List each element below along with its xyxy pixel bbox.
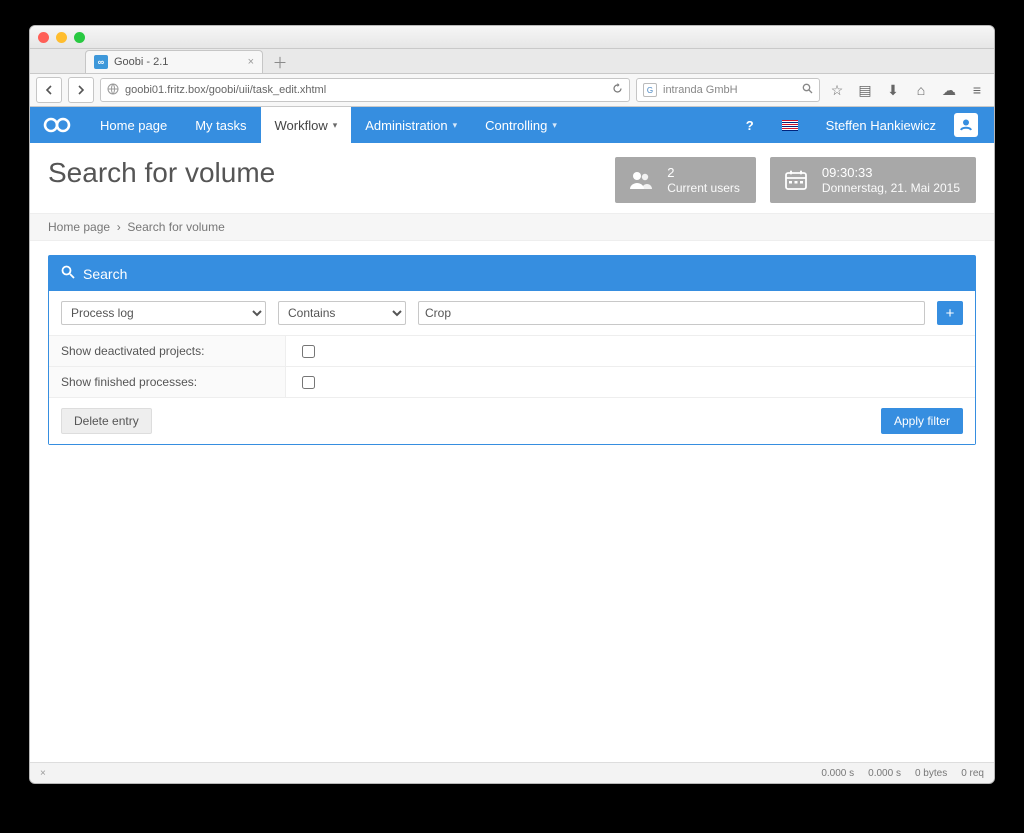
browser-tab[interactable]: ∞ Goobi - 2.1 × — [85, 50, 263, 73]
users-label: Current users — [667, 181, 740, 195]
status-bytes: 0 bytes — [915, 768, 947, 779]
page-title: Search for volume — [48, 157, 601, 189]
nav-tasks-label: My tasks — [195, 118, 246, 133]
app-logo[interactable] — [42, 107, 72, 143]
search-icon — [802, 83, 813, 97]
nav-home[interactable]: Home page — [86, 107, 181, 143]
users-widget[interactable]: 2 Current users — [615, 157, 756, 203]
breadcrumb-current: Search for volume — [127, 220, 224, 234]
address-bar-url: goobi01.fritz.box/goobi/uii/task_edit.xh… — [125, 84, 326, 96]
user-name-label: Steffen Hankiewicz — [826, 118, 936, 133]
favicon-icon: ∞ — [94, 55, 108, 69]
breadcrumb-home[interactable]: Home page — [48, 220, 110, 234]
back-button[interactable] — [36, 77, 62, 103]
app-viewport: Home page My tasks Workflow ▾ Administrat… — [30, 107, 994, 762]
clock-widget[interactable]: 09:30:33 Donnerstag, 21. Mai 2015 — [770, 157, 976, 203]
user-avatar[interactable] — [950, 107, 982, 143]
search-panel-title: Search — [83, 266, 127, 282]
users-count: 2 — [667, 165, 740, 181]
menu-icon[interactable]: ≡ — [966, 79, 988, 101]
status-req: 0 req — [961, 768, 984, 779]
nav-home-label: Home page — [100, 118, 167, 133]
flag-icon — [782, 120, 798, 131]
language-button[interactable] — [768, 107, 812, 143]
add-filter-button[interactable]: + — [937, 301, 963, 325]
status-time-1: 0.000 s — [821, 768, 854, 779]
top-nav: Home page My tasks Workflow ▾ Administrat… — [30, 107, 994, 143]
nav-administration[interactable]: Administration ▾ — [351, 107, 471, 143]
clock-date: Donnerstag, 21. Mai 2015 — [822, 181, 960, 195]
nav-tasks[interactable]: My tasks — [181, 107, 260, 143]
value-input[interactable] — [418, 301, 925, 325]
show-deactivated-checkbox[interactable] — [302, 345, 315, 358]
close-window-button[interactable] — [38, 32, 49, 43]
page-header: Search for volume 2 Current users 09:30:… — [30, 143, 994, 213]
dev-statusbar: × 0.000 s 0.000 s 0 bytes 0 req — [30, 762, 994, 783]
chevron-down-icon: ▾ — [453, 120, 458, 131]
chevron-down-icon: ▾ — [333, 120, 338, 131]
chevron-down-icon: ▾ — [552, 120, 557, 131]
users-icon — [615, 170, 667, 190]
nav-workflow[interactable]: Workflow ▾ — [261, 107, 352, 143]
browser-search[interactable]: G intranda GmbH — [636, 78, 820, 102]
close-tab-button[interactable]: × — [248, 56, 254, 68]
nav-controlling[interactable]: Controlling ▾ — [471, 107, 571, 143]
field-select[interactable]: Process log — [61, 301, 266, 325]
option-row-deactivated: Show deactivated projects: — [49, 335, 975, 366]
operator-select[interactable]: Contains — [278, 301, 406, 325]
browser-tab-title: Goobi - 2.1 — [114, 56, 168, 68]
search-panel-header: Search — [49, 256, 975, 291]
globe-icon — [107, 83, 119, 98]
option-label: Show finished processes: — [49, 367, 286, 397]
help-button[interactable]: ? — [732, 107, 768, 143]
option-label: Show deactivated projects: — [49, 336, 286, 366]
user-menu[interactable]: Steffen Hankiewicz — [812, 107, 950, 143]
downloads-icon[interactable]: ⬇ — [882, 79, 904, 101]
breadcrumb: Home page › Search for volume — [30, 213, 994, 241]
status-time-2: 0.000 s — [868, 768, 901, 779]
bookmark-icon[interactable]: ☆ — [826, 79, 848, 101]
new-tab-button[interactable]: ＋ — [269, 51, 291, 73]
show-finished-checkbox[interactable] — [302, 376, 315, 389]
search-icon — [61, 265, 75, 282]
search-engine-icon: G — [643, 83, 657, 97]
window-titlebar — [30, 26, 994, 49]
clock-time: 09:30:33 — [822, 165, 960, 181]
library-icon[interactable]: ▤ — [854, 79, 876, 101]
zoom-window-button[interactable] — [74, 32, 85, 43]
home-icon[interactable]: ⌂ — [910, 79, 932, 101]
browser-toolbar: goobi01.fritz.box/goobi/uii/task_edit.xh… — [30, 74, 994, 107]
forward-button[interactable] — [68, 77, 94, 103]
address-bar[interactable]: goobi01.fritz.box/goobi/uii/task_edit.xh… — [100, 78, 630, 102]
nav-controlling-label: Controlling — [485, 118, 547, 133]
panel-footer: Delete entry Apply filter — [49, 397, 975, 444]
browser-search-placeholder: intranda GmbH — [663, 84, 738, 96]
delete-entry-button[interactable]: Delete entry — [61, 408, 152, 434]
nav-administration-label: Administration — [365, 118, 447, 133]
browser-tabbar: ∞ Goobi - 2.1 × ＋ — [30, 49, 994, 74]
reload-button[interactable] — [612, 83, 623, 97]
nav-workflow-label: Workflow — [275, 118, 328, 133]
chat-icon[interactable]: ☁ — [938, 79, 960, 101]
traffic-lights — [38, 32, 85, 43]
calendar-icon — [770, 170, 822, 190]
option-row-finished: Show finished processes: — [49, 366, 975, 397]
apply-filter-button[interactable]: Apply filter — [881, 408, 963, 434]
filter-row: Process log Contains + — [49, 291, 975, 335]
avatar-icon — [954, 113, 978, 137]
statusbar-close-icon[interactable]: × — [40, 768, 46, 779]
search-panel: Search Process log Contains + Show deact… — [48, 255, 976, 445]
minimize-window-button[interactable] — [56, 32, 67, 43]
